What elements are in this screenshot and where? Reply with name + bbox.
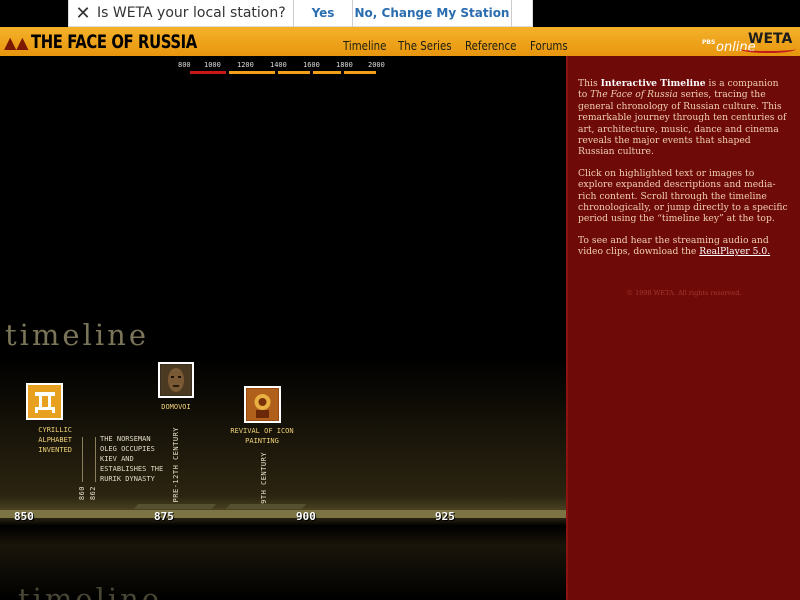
instructions-paragraph: Click on highlighted text or images to e… [578, 167, 788, 225]
date-9th-century: 9TH CENTURY [260, 452, 268, 504]
yes-button[interactable]: Yes [293, 0, 352, 27]
nav-reference[interactable]: Reference [465, 39, 516, 53]
nav-timeline[interactable]: Timeline [343, 39, 386, 53]
cyrillic-glyph [34, 391, 55, 413]
connector-line [95, 437, 96, 482]
intro-series-title: The Face of Russia [590, 89, 678, 101]
main-nav: Timeline The Series Reference Forums [343, 39, 568, 53]
nav-forums[interactable]: Forums [530, 39, 568, 53]
connector-line [82, 437, 83, 482]
year-850: 850 [14, 510, 34, 523]
timeline-key: 800 1000 1200 1400 1600 1800 2000 [178, 61, 388, 75]
key-segment[interactable] [229, 71, 275, 74]
nav-the-series[interactable]: The Series [398, 39, 452, 53]
timeline-heading: timeline [5, 318, 149, 352]
key-label-800[interactable]: 800 [178, 61, 191, 69]
site-header: ▲▲ THE FACE OF RUSSIA Timeline The Serie… [0, 27, 800, 56]
info-panel: This Interactive Timeline is a companion… [566, 56, 800, 600]
realplayer-link[interactable]: RealPlayer 5.0. [699, 246, 770, 257]
domovoi-figure-icon[interactable] [158, 362, 194, 398]
domovoi-image [161, 365, 191, 395]
date-860: 860 [78, 486, 86, 501]
event-norseman-oleg[interactable]: THE NORSEMAN OLEG OCCUPIES KIEV AND ESTA… [100, 434, 168, 484]
station-question: Is WETA your local station? [97, 5, 286, 21]
weta-swoosh-icon [740, 45, 796, 53]
event-shadow-plate [133, 504, 217, 509]
year-925: 925 [435, 510, 455, 523]
key-label-1200[interactable]: 1200 [237, 61, 254, 69]
key-label-1800[interactable]: 1800 [336, 61, 353, 69]
year-900: 900 [296, 510, 316, 523]
event-icon-painting-revival[interactable]: REVIVAL OF ICON PAINTING [212, 426, 312, 446]
key-segment[interactable] [278, 71, 310, 74]
event-cyrillic-alphabet[interactable]: CYRILLIC ALPHABET INVENTED [2, 425, 72, 455]
key-label-1400[interactable]: 1400 [270, 61, 287, 69]
icon-painting-icon[interactable] [244, 386, 281, 423]
site-logo[interactable]: ▲▲ THE FACE OF RUSSIA [4, 30, 243, 54]
key-segment[interactable] [344, 71, 376, 74]
icon-painting-image [247, 389, 278, 420]
timeline-axis [0, 510, 566, 518]
key-segment-active[interactable] [190, 71, 226, 74]
onion-domes-icon: ▲▲ [4, 33, 29, 52]
year-875: 875 [154, 510, 174, 523]
copyright: © 1998 WETA. All rights reserved. [626, 288, 742, 297]
timeline-heading-repeat: timeline [18, 585, 162, 600]
event-shadow-plate [225, 504, 307, 509]
key-segment[interactable] [313, 71, 341, 74]
pbs-logo-text: PBS [702, 39, 716, 46]
cyrillic-letter-icon[interactable] [26, 383, 63, 420]
event-domovoi[interactable]: DOMOVOI [158, 402, 194, 412]
key-label-1000[interactable]: 1000 [204, 61, 221, 69]
key-label-2000[interactable]: 2000 [368, 61, 385, 69]
date-pre-12th-century: PRE-12TH CENTURY [172, 427, 180, 503]
logo-text: THE FACE OF RUSSIA [30, 31, 197, 53]
key-label-1600[interactable]: 1600 [303, 61, 320, 69]
change-station-button[interactable]: No, Change My Station [352, 0, 512, 27]
pbs-weta-logo[interactable]: PBS online WETA [702, 29, 800, 55]
download-paragraph: To see and hear the streaming audio and … [578, 235, 790, 258]
intro-text-a: This [578, 78, 601, 89]
intro-bold: Interactive Timeline [600, 78, 706, 89]
date-862: 862 [89, 486, 97, 501]
close-icon[interactable]: ✕ [69, 3, 97, 24]
station-banner: ✕ Is WETA your local station? Yes No, Ch… [68, 0, 533, 27]
intro-paragraph: This Interactive Timeline is a companion… [578, 78, 790, 158]
